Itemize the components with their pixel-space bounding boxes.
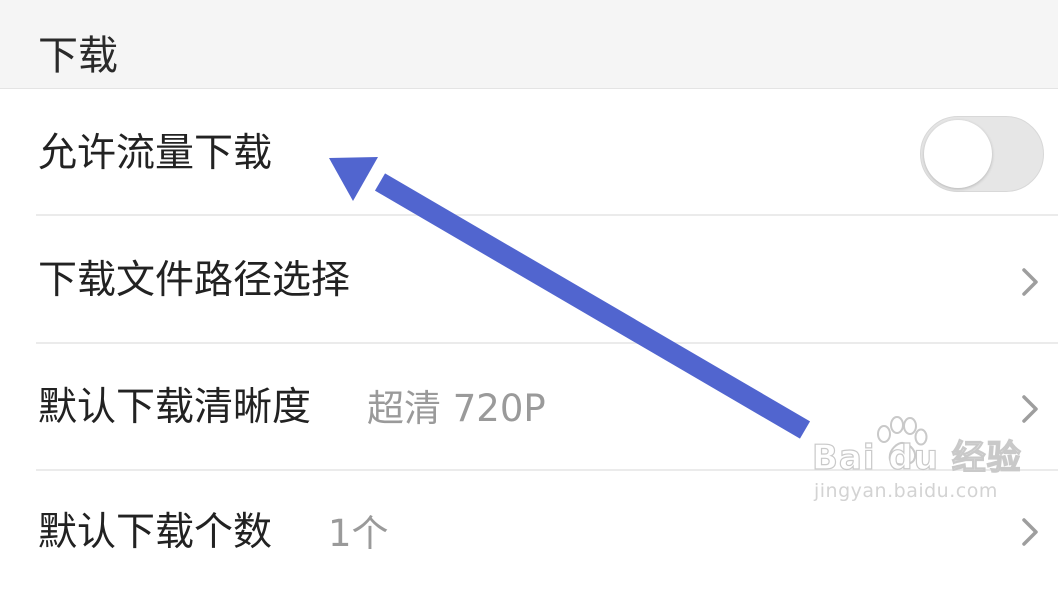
chevron-right-icon (1022, 395, 1038, 423)
setting-value-default-count: 1个 (328, 512, 389, 555)
section-title: 下载 (38, 33, 118, 79)
watermark-url: jingyan.baidu.com (814, 480, 998, 502)
setting-label-default-count: 默认下载个数 (38, 510, 273, 555)
watermark-brand: Bai du 经验 (811, 437, 1022, 478)
chevron-right-icon (1022, 518, 1038, 546)
setting-value-default-quality: 超清 720P (367, 387, 546, 430)
setting-label-download-path: 下载文件路径选择 (38, 258, 351, 303)
setting-label-default-quality: 默认下载清晰度 (38, 385, 312, 430)
chevron-right-icon (1022, 268, 1038, 296)
setting-row-allow-cellular-download[interactable]: 允许流量下载 (0, 90, 1058, 216)
allow-cellular-download-toggle[interactable] (920, 116, 1044, 192)
baidu-watermark: Bai du 经验 jingyan.baidu.com (811, 416, 1021, 516)
setting-label-allow-cellular-download: 允许流量下载 (38, 131, 273, 176)
toggle-knob (924, 120, 992, 188)
setting-row-download-path[interactable]: 下载文件路径选择 (0, 216, 1058, 342)
section-header: 下载 (0, 0, 1058, 89)
